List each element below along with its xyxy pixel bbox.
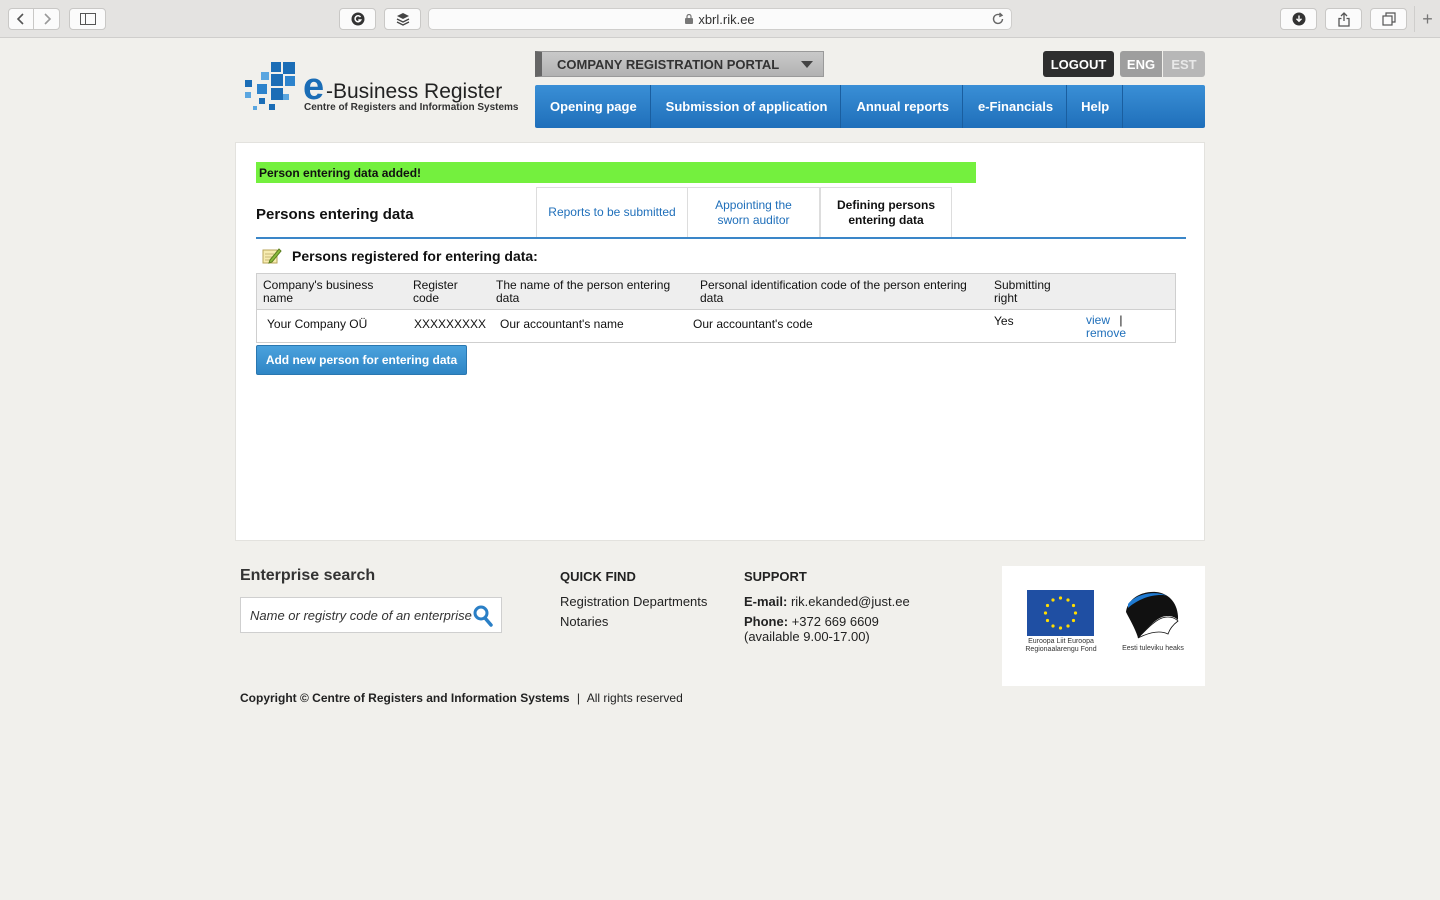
chevron-right-icon <box>43 13 51 25</box>
table-header: Company's business name Register code Th… <box>257 274 1175 310</box>
support-title: SUPPORT <box>744 569 807 584</box>
share-button[interactable] <box>1325 8 1362 30</box>
nav-submission-of-application[interactable]: Submission of application <box>651 85 842 128</box>
portal-selector[interactable]: COMPANY REGISTRATION PORTAL <box>535 51 824 77</box>
col-register-code: Register code <box>413 278 458 305</box>
address-bar[interactable]: xbrl.rik.ee <box>428 8 1012 30</box>
quick-find-registration-departments[interactable]: Registration Departments <box>560 594 707 609</box>
tab-appointing-sworn-auditor[interactable]: Appointing the sworn auditor <box>688 187 820 237</box>
browser-toolbar: xbrl.rik.ee + <box>0 0 1440 38</box>
downloads-button[interactable] <box>1280 8 1317 30</box>
pixel-logo-icon <box>245 62 295 110</box>
main-nav: Opening page Submission of application A… <box>535 85 1205 128</box>
copyright: Copyright © Centre of Registers and Info… <box>240 691 683 705</box>
col-person-code: Personal identification code of the pers… <box>700 278 967 305</box>
reload-icon[interactable] <box>991 12 1005 26</box>
search-icon[interactable] <box>473 605 493 627</box>
action-separator: | <box>1119 313 1123 327</box>
grammarly-icon <box>351 12 364 26</box>
nav-e-financials[interactable]: e-Financials <box>963 85 1068 128</box>
col-submitting-right: Submitting right <box>994 278 1051 305</box>
eu-caption: Euroopa Liit Euroopa Regionaalarengu Fon… <box>1025 638 1097 653</box>
quick-find-notaries[interactable]: Notaries <box>560 614 608 629</box>
tabs-icon <box>1381 12 1396 26</box>
download-icon <box>1292 12 1305 26</box>
col-person-name: The name of the person entering data <box>496 278 671 305</box>
tab-defining-persons-entering-data[interactable]: Defining persons entering data <box>820 187 952 237</box>
cell-submitting-right: Yes <box>994 314 1014 328</box>
forward-button[interactable] <box>34 8 60 30</box>
copyright-separator: | <box>576 691 581 705</box>
nav-annual-reports[interactable]: Annual reports <box>841 85 963 128</box>
support-email: E-mail: rik.ekanded@just.ee <box>744 594 910 609</box>
logo-subtitle: Centre of Registers and Information Syst… <box>304 102 519 113</box>
logout-button[interactable]: LOGOUT <box>1043 51 1114 77</box>
notepad-pencil-icon <box>262 248 282 264</box>
rights-text: All rights reserved <box>586 691 683 705</box>
enterprise-search-input[interactable] <box>250 607 472 623</box>
sidebar-icon <box>79 13 96 25</box>
quick-find-title: QUICK FIND <box>560 569 636 584</box>
e-business-register-logo[interactable]: e -Business Register Centre of Registers… <box>243 60 528 116</box>
email-value[interactable]: rik.ekanded@just.ee <box>791 594 910 609</box>
lang-est-button[interactable]: EST <box>1163 51 1205 77</box>
main-panel: Person entering data added! Persons ente… <box>235 142 1205 541</box>
cell-company: Your Company OÜ <box>267 317 368 331</box>
chevron-left-icon <box>16 13 24 25</box>
page-title: Persons entering data <box>256 206 414 223</box>
estonia-caption: Eesti tuleviku heaks <box>1122 645 1184 652</box>
back-button[interactable] <box>8 8 34 30</box>
section-title: Persons registered for entering data: <box>292 248 538 264</box>
col-company-name: Company's business name <box>263 278 374 305</box>
new-tab-button[interactable]: + <box>1414 6 1440 32</box>
support-hours: (available 9.00-17.00) <box>744 629 870 644</box>
logo-title: -Business Register <box>326 80 503 103</box>
layers-icon <box>396 13 409 26</box>
lock-icon <box>685 14 694 24</box>
persons-table: Company's business name Register code Th… <box>256 273 1176 343</box>
nav-help[interactable]: Help <box>1067 85 1124 128</box>
add-person-button[interactable]: Add new person for entering data <box>256 345 467 375</box>
share-icon <box>1337 11 1350 27</box>
enterprise-search-box <box>240 597 502 633</box>
lang-eng-button[interactable]: ENG <box>1120 51 1162 77</box>
phone-label: Phone: <box>744 614 789 629</box>
enterprise-search-title: Enterprise search <box>240 567 376 584</box>
logo-letter: e <box>303 66 325 108</box>
copyright-text: Copyright © Centre of Registers and Info… <box>240 691 570 705</box>
tabs-overview-button[interactable] <box>1370 8 1407 30</box>
funding-logos: Euroopa Liit Euroopa Regionaalarengu Fon… <box>1002 566 1205 686</box>
table-row: Your Company OÜ XXXXXXXXX Our accountant… <box>257 310 1175 342</box>
eu-flag-icon <box>1027 590 1094 636</box>
url-text: xbrl.rik.ee <box>698 11 755 27</box>
view-link[interactable]: view <box>1086 313 1110 327</box>
tab-underline <box>256 237 1186 239</box>
remove-link[interactable]: remove <box>1086 326 1126 340</box>
email-label: E-mail: <box>744 594 788 609</box>
phone-value: +372 669 6609 <box>791 614 879 629</box>
success-alert: Person entering data added! <box>256 162 976 183</box>
section-header: Persons registered for entering data: <box>262 247 538 265</box>
layers-extension-button[interactable] <box>384 8 421 30</box>
sidebar-toggle-button[interactable] <box>69 8 106 30</box>
cell-person-name: Our accountant's name <box>500 317 624 331</box>
estonia-logo-icon <box>1126 591 1179 639</box>
tab-reports-to-be-submitted[interactable]: Reports to be submitted <box>536 187 688 237</box>
tab-bar: Reports to be submitted Appointing the s… <box>536 187 952 237</box>
cell-register-code: XXXXXXXXX <box>414 317 487 331</box>
grammarly-extension-button[interactable] <box>339 8 376 30</box>
portal-label: COMPANY REGISTRATION PORTAL <box>557 56 780 72</box>
cell-person-code: Our accountant's code <box>693 317 813 331</box>
support-phone: Phone: +372 669 6609 <box>744 614 879 629</box>
caret-down-icon <box>801 61 813 68</box>
plus-icon: + <box>1422 8 1433 29</box>
nav-opening-page[interactable]: Opening page <box>535 85 651 128</box>
row-actions: view | remove <box>1086 314 1126 340</box>
